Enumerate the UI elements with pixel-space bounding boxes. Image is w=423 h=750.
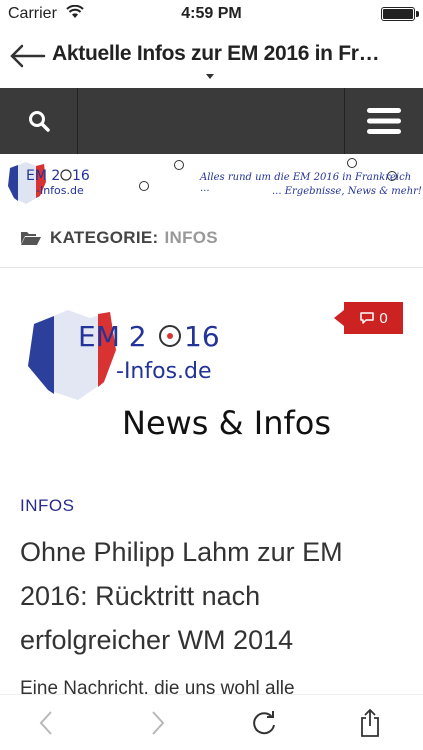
browser-toolbar <box>0 694 423 750</box>
svg-text:-Infos.de: -Infos.de <box>116 359 212 384</box>
battery-icon <box>381 7 419 21</box>
comment-count-badge[interactable]: 0 <box>334 302 403 334</box>
search-button[interactable] <box>0 88 78 154</box>
category-label: KATEGORIE: <box>50 227 159 247</box>
svg-text:16: 16 <box>184 320 220 353</box>
menu-button[interactable] <box>345 88 423 154</box>
status-bar: Carrier 4:59 PM <box>0 0 423 28</box>
svg-text:EM 2: EM 2 <box>78 320 147 353</box>
site-header-bar <box>0 88 423 154</box>
article-headline[interactable]: Ohne Philipp Lahm zur EM 2016: Rücktritt… <box>20 530 400 662</box>
search-icon <box>28 111 50 132</box>
svg-text:EM 2: EM 2 <box>26 168 60 184</box>
chevron-right-icon <box>152 711 165 735</box>
back-button[interactable] <box>30 707 62 739</box>
site-logo: EM 2 16 -Infos.de <box>8 162 90 204</box>
hamburger-menu-icon <box>367 108 401 134</box>
navigation-bar: Aktuelle Infos zur EM 2016 in Fran... <box>0 28 423 88</box>
article-category-link[interactable]: INFOS <box>20 496 74 516</box>
chevron-left-icon <box>39 711 52 735</box>
back-arrow-icon[interactable] <box>8 41 46 71</box>
svg-text:-Infos.de: -Infos.de <box>36 184 84 197</box>
article-excerpt: Eine Nachricht, die uns wohl alle <box>20 678 295 694</box>
comment-icon <box>360 312 375 324</box>
share-button[interactable] <box>354 707 386 739</box>
site-banner[interactable]: EM 2 16 -Infos.de Alles rund um die EM 2… <box>0 154 423 208</box>
clock: 4:59 PM <box>181 5 242 22</box>
header-spacer <box>78 88 345 154</box>
category-header: KATEGORIE: INFOS <box>0 208 423 268</box>
comment-count: 0 <box>379 309 388 327</box>
svg-text:News & Infos: News & Infos <box>122 404 331 442</box>
reload-icon <box>253 711 275 735</box>
category-value[interactable]: INFOS <box>164 228 217 248</box>
football-icon <box>139 181 149 191</box>
chevron-down-icon[interactable] <box>206 74 214 79</box>
football-icon <box>347 158 357 168</box>
football-icon <box>174 160 184 170</box>
reload-button[interactable] <box>248 707 280 739</box>
forward-button[interactable] <box>142 707 174 739</box>
svg-text:16: 16 <box>72 168 90 184</box>
share-icon <box>361 708 379 737</box>
banner-subtagline: ... Ergebnisse, News & mehr! <box>272 186 422 197</box>
folder-open-icon <box>21 231 41 245</box>
page-title: Aktuelle Infos zur EM 2016 in Fran... <box>52 42 382 65</box>
